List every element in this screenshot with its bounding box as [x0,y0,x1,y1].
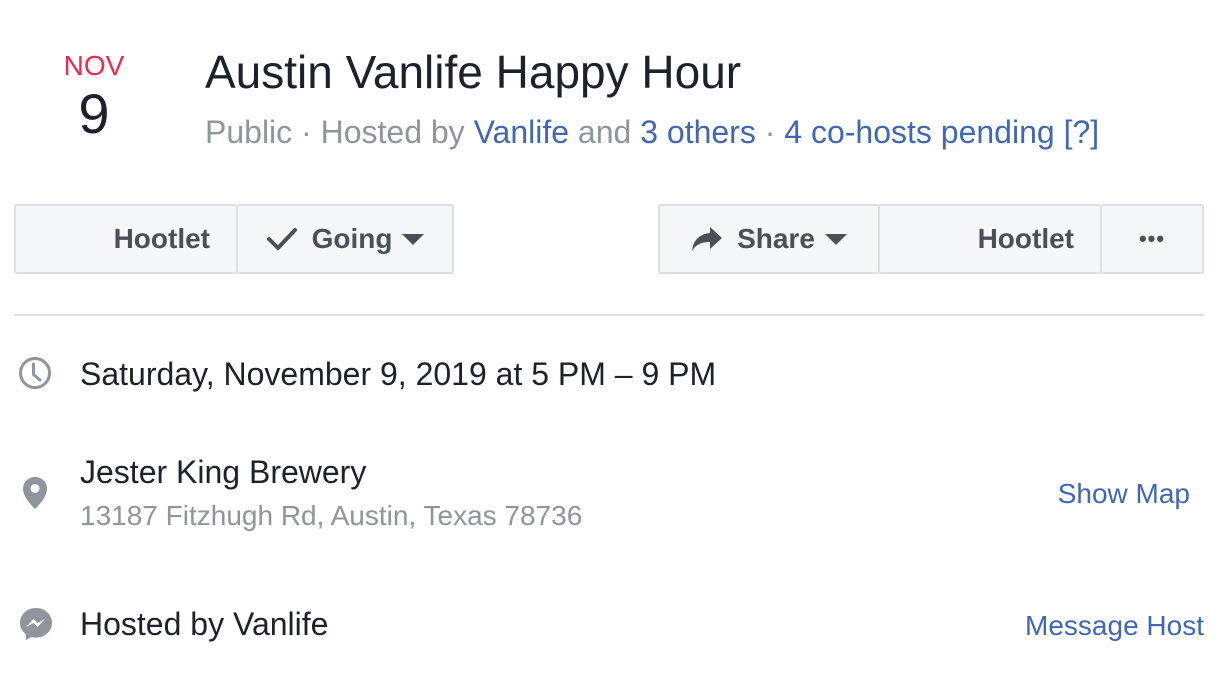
event-day: 9 [78,82,110,145]
section-divider [14,314,1204,316]
hootlet-button[interactable]: Hootlet [14,204,238,274]
hosted-by-prefix: Hosted by [320,114,474,150]
venue-name[interactable]: Jester King Brewery [80,452,366,492]
venue-address: 13187 Fitzhugh Rd, Austin, Texas 78736 [80,500,583,531]
map-pin-icon [22,476,48,515]
hootlet-button[interactable]: Hootlet [878,204,1102,274]
chevron-down-icon [824,233,847,245]
privacy-label: Public [205,114,293,150]
messenger-icon [18,606,54,647]
rsvp-button-group: Hootlet Going [14,204,454,274]
cohosts-pending-link[interactable]: 4 co-hosts pending [?] [784,114,1099,150]
event-subtitle: Public · Hosted by Vanlife and 3 others … [205,112,1099,152]
message-host-link[interactable]: Message Host [1025,608,1204,644]
event-page: NOV 9 Austin Vanlife Happy Hour Public ·… [0,0,1230,696]
clock-icon [18,356,52,395]
show-map-link[interactable]: Show Map [1058,476,1190,512]
event-title: Austin Vanlife Happy Hour [205,46,742,98]
going-label: Going [311,223,393,254]
event-month: NOV [63,50,125,81]
other-hosts-link[interactable]: 3 others [640,114,756,150]
hootlet-label: Hootlet [113,223,210,254]
ellipsis-icon: ••• [1138,226,1166,251]
more-options-button[interactable]: ••• [1100,204,1204,274]
chevron-down-icon [402,233,425,245]
and-text: and [569,114,641,150]
hootlet-label: Hootlet [977,223,1074,254]
event-actions-group: Share Hootlet ••• [658,204,1204,274]
separator: · [755,114,785,150]
hosted-by-text: Hosted by Vanlife [80,606,329,642]
share-label: Share [737,223,815,254]
going-button[interactable]: Going [236,204,454,274]
separator: · [292,114,321,150]
checkmark-icon [266,226,298,252]
host-link[interactable]: Vanlife [474,114,569,150]
share-button[interactable]: Share [658,204,880,274]
event-date: NOV 9 [40,50,148,144]
share-arrow-icon [691,225,723,253]
event-datetime: Saturday, November 9, 2019 at 5 PM – 9 P… [80,356,717,392]
